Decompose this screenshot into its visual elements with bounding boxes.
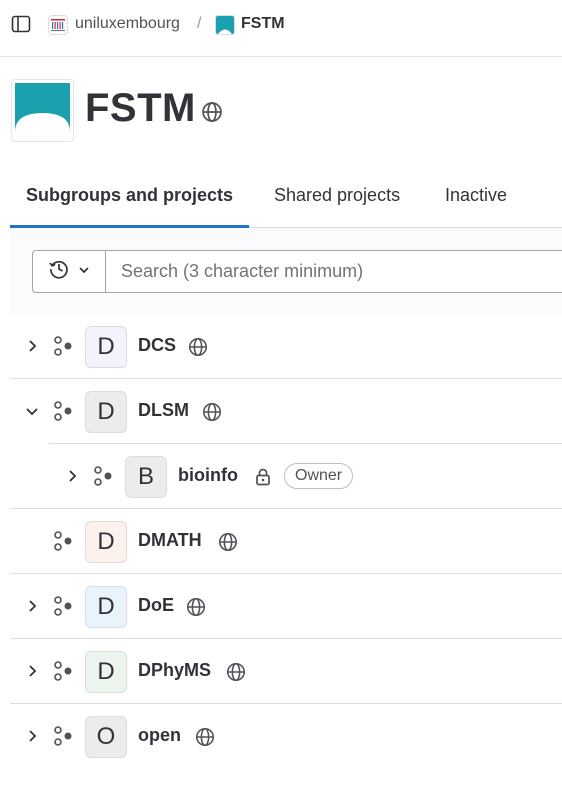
list-item[interactable]: D DLSM xyxy=(10,379,562,444)
group-name[interactable]: open xyxy=(138,725,181,746)
list-item[interactable]: B bioinfo Owner xyxy=(10,444,562,509)
tab-inactive[interactable]: Inactive xyxy=(429,185,523,228)
top-bar: uniluxembourg / FSTM xyxy=(0,0,562,57)
lock-icon xyxy=(252,466,274,488)
uniluxembourg-avatar[interactable] xyxy=(48,15,68,35)
subgroup-icon xyxy=(52,725,74,747)
tabs: Subgroups and projects Shared projects I… xyxy=(10,170,562,228)
chevron-down-icon xyxy=(78,263,90,281)
group-logo xyxy=(11,79,74,142)
role-badge: Owner xyxy=(284,463,354,489)
chevron-right-icon[interactable] xyxy=(22,596,42,616)
group-name[interactable]: DPhyMS xyxy=(138,660,211,681)
group-name[interactable]: DCS xyxy=(138,335,176,356)
subgroup-icon xyxy=(52,400,74,422)
group-name[interactable]: DMATH xyxy=(138,530,202,551)
list-item[interactable]: D DMATH xyxy=(10,509,562,574)
chevron-right-icon[interactable] xyxy=(22,661,42,681)
filter-area xyxy=(10,228,562,314)
globe-icon xyxy=(194,726,216,748)
avatar[interactable]: O xyxy=(85,716,127,758)
fstm-breadcrumb-avatar[interactable] xyxy=(215,15,235,35)
avatar[interactable]: D xyxy=(85,391,127,433)
subgroup-icon xyxy=(52,660,74,682)
list-item[interactable]: D DoE xyxy=(10,574,562,639)
breadcrumb-uniluxembourg[interactable]: uniluxembourg xyxy=(75,15,180,33)
globe-icon xyxy=(200,100,224,124)
list-item[interactable]: D DPhyMS xyxy=(10,639,562,704)
chevron-right-icon[interactable] xyxy=(62,466,82,486)
breadcrumb-fstm[interactable]: FSTM xyxy=(241,15,285,33)
globe-icon xyxy=(225,661,247,683)
avatar[interactable]: D xyxy=(85,651,127,693)
globe-icon xyxy=(201,401,223,423)
globe-icon xyxy=(187,336,209,358)
list-item[interactable]: D DCS xyxy=(10,314,562,379)
globe-icon xyxy=(217,531,239,553)
avatar[interactable]: D xyxy=(85,586,127,628)
chevron-down-icon[interactable] xyxy=(22,401,42,421)
recent-searches-button[interactable] xyxy=(32,250,106,293)
sidebar-toggle-icon[interactable] xyxy=(10,13,32,35)
page-title: FSTM xyxy=(85,86,196,130)
globe-icon xyxy=(185,596,207,618)
avatar[interactable]: D xyxy=(85,521,127,563)
list-item[interactable]: O open xyxy=(10,704,562,769)
history-icon xyxy=(48,258,70,285)
subgroup-icon xyxy=(92,465,114,487)
avatar[interactable]: D xyxy=(85,326,127,368)
subgroup-icon xyxy=(52,595,74,617)
chevron-right-icon[interactable] xyxy=(22,726,42,746)
breadcrumb-separator: / xyxy=(197,15,202,32)
search-input[interactable] xyxy=(105,250,562,293)
group-name[interactable]: DoE xyxy=(138,595,174,616)
chevron-right-icon[interactable] xyxy=(22,336,42,356)
group-name[interactable]: bioinfo xyxy=(178,465,238,486)
group-name[interactable]: DLSM xyxy=(138,400,189,421)
avatar[interactable]: B xyxy=(125,456,167,498)
subgroup-icon xyxy=(52,530,74,552)
subgroup-icon xyxy=(52,335,74,357)
tab-subgroups-and-projects[interactable]: Subgroups and projects xyxy=(10,185,250,228)
tab-shared-projects[interactable]: Shared projects xyxy=(258,185,416,228)
